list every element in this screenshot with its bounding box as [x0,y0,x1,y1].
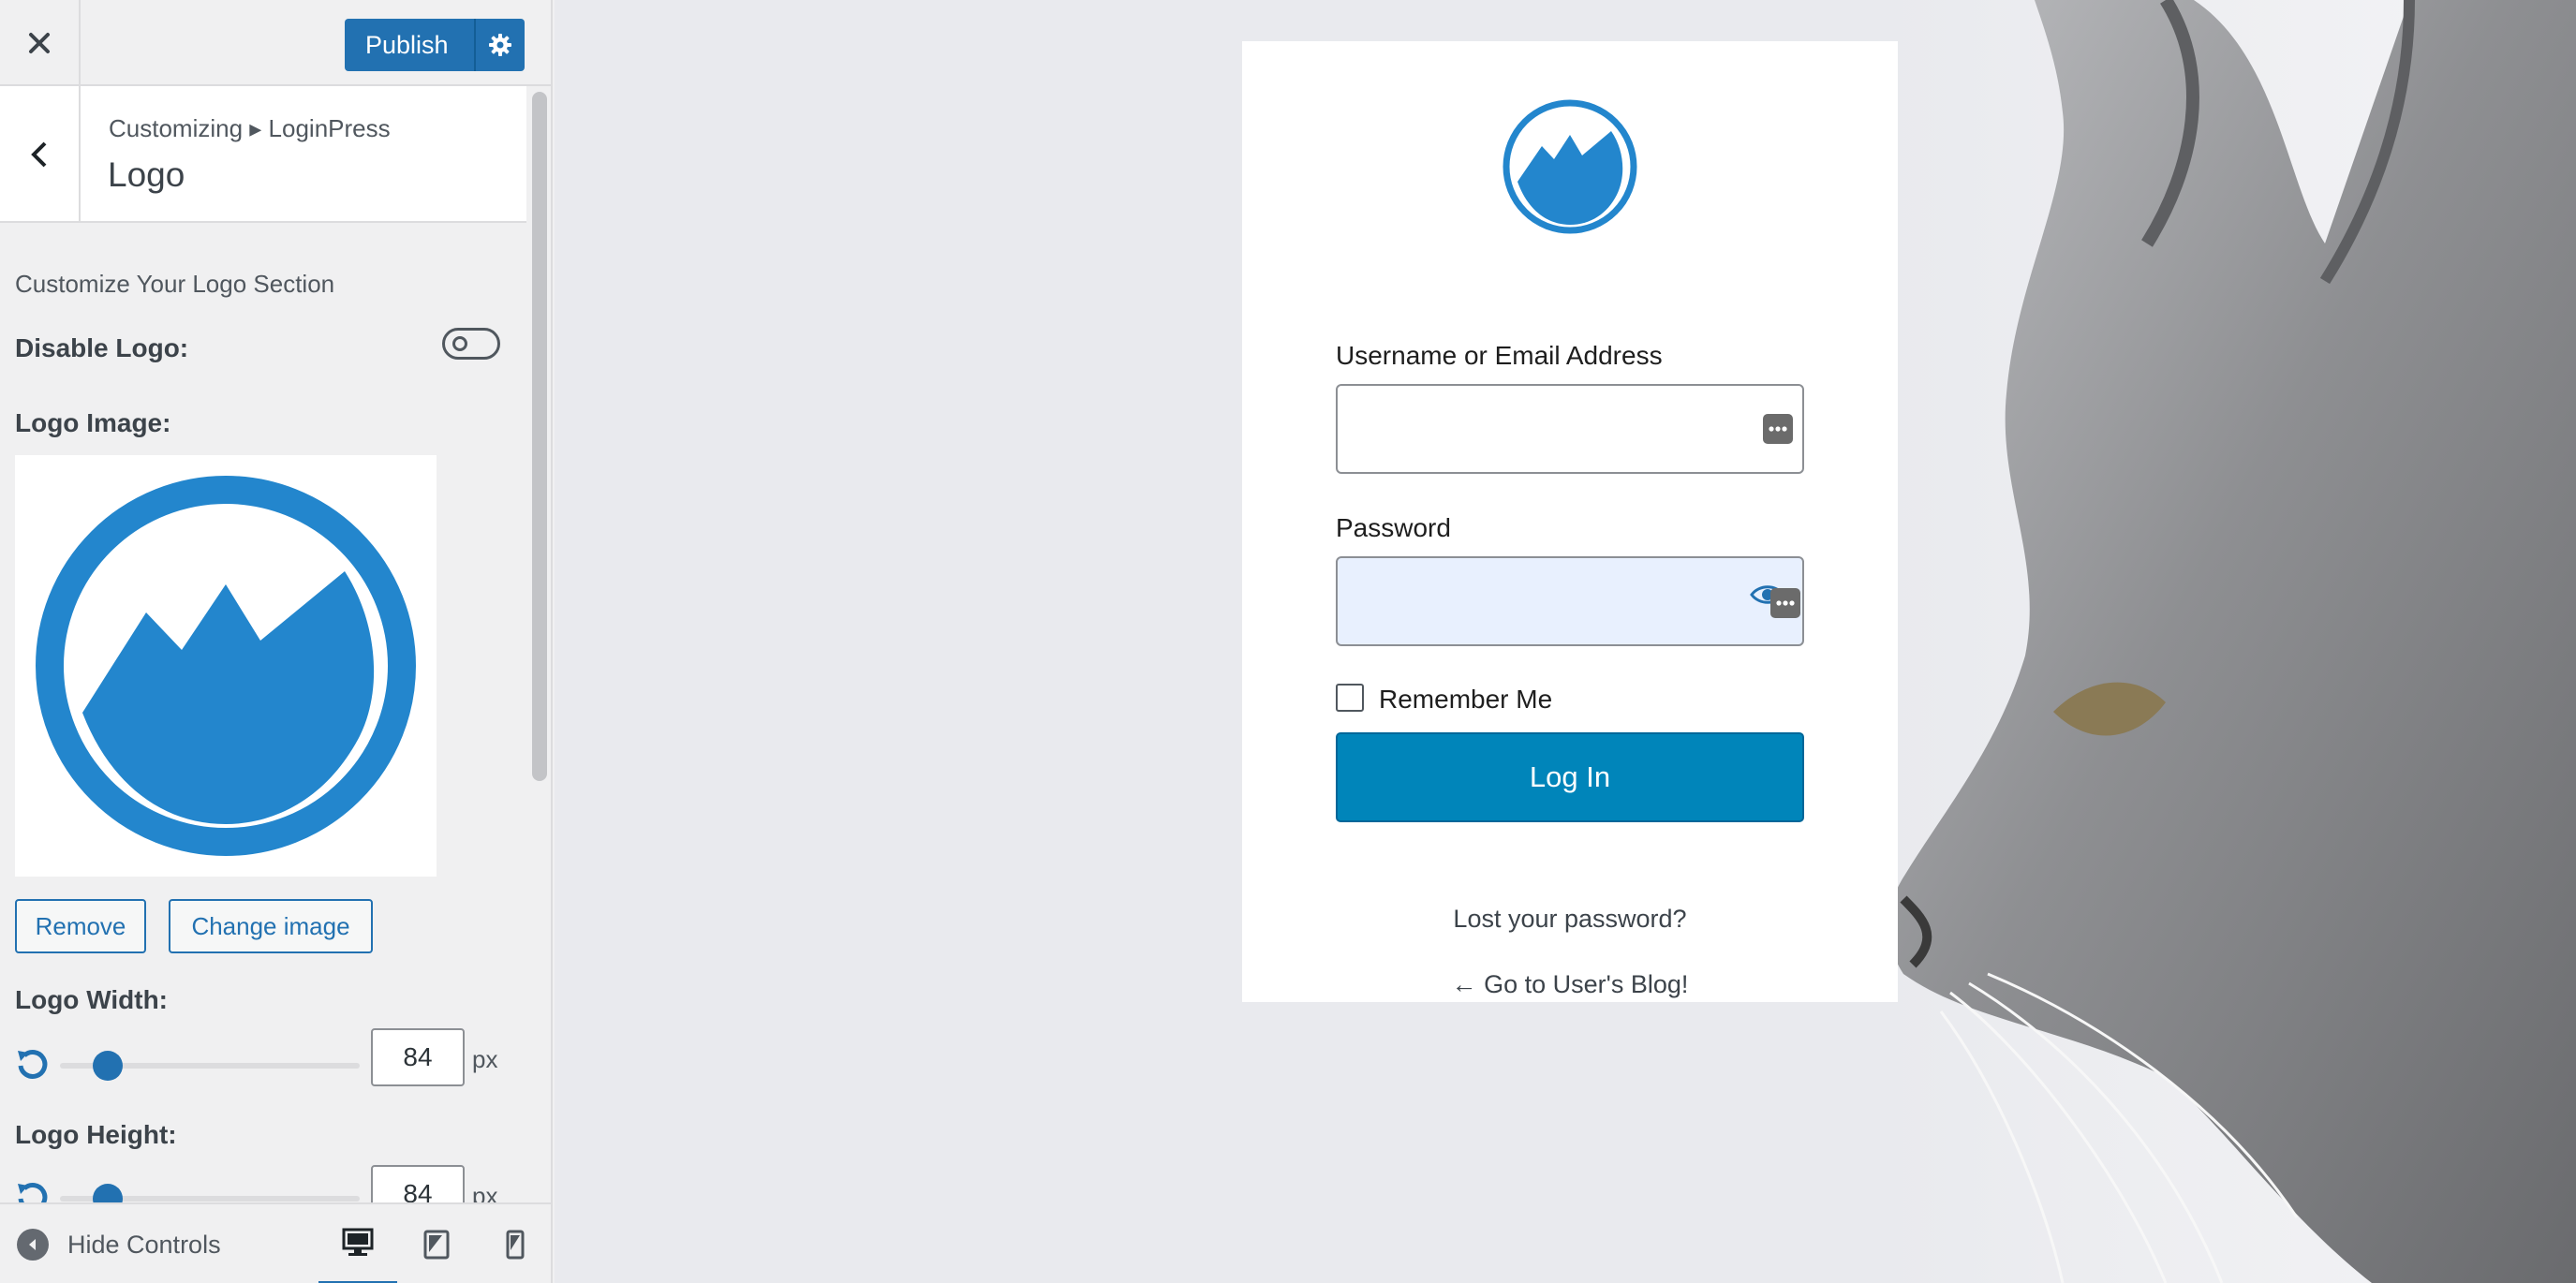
publish-button[interactable]: Publish [345,19,525,71]
disable-logo-label: Disable Logo: [15,333,189,362]
section-title: Logo [108,155,185,194]
desktop-icon [342,1228,374,1256]
publish-settings-button[interactable] [474,19,525,71]
remove-logo-button[interactable]: Remove [15,899,146,953]
logo-width-input[interactable]: 84 [371,1028,465,1086]
undo-icon [18,1183,48,1202]
password-label: Password [1336,513,1451,542]
gear-icon [489,34,511,56]
publish-label: Publish [365,30,449,59]
tablet-icon [423,1230,450,1260]
customizer-header: Publish [0,0,551,86]
log-in-button[interactable]: Log In [1336,732,1804,822]
section-header: Customizing ▸ LoginPress Logo [0,86,526,223]
customizer-sidebar: Publish Customizing ▸ LoginPress Logo Cu… [0,0,553,1283]
username-input[interactable] [1336,384,1804,474]
logo-height-slider-thumb[interactable] [93,1184,123,1202]
back-button[interactable] [0,86,81,223]
close-icon [29,33,50,53]
back-to-blog-link[interactable]: ← Go to User's Blog! [1242,970,1898,999]
remember-me-label[interactable]: Remember Me [1379,685,1552,715]
toggle-knob [452,336,467,351]
logo-height-input[interactable]: 84 [371,1165,465,1202]
password-manager-icon[interactable] [1763,414,1793,444]
scrollbar-thumb[interactable] [532,92,547,781]
logo-height-label: Logo Height: [15,1120,177,1149]
preview-mobile-button[interactable] [476,1204,551,1283]
controls-panel: Customizing ▸ LoginPress Logo Customize … [0,86,551,1202]
hide-controls-button[interactable]: Hide Controls [17,1204,221,1283]
reset-height-icon[interactable] [13,1178,51,1202]
logo-width-slider-thumb[interactable] [93,1051,123,1081]
logo-height-unit: px [472,1182,498,1202]
logo-width-slider[interactable] [60,1051,360,1081]
cat-background-image [1885,0,2576,1283]
login-preview: Username or Email Address Password Remem… [555,0,2576,1283]
username-label: Username or Email Address [1336,341,1663,370]
logo-width-label: Logo Width: [15,985,169,1014]
logo-image-label: Logo Image: [15,408,171,437]
section-description: Customize Your Logo Section [15,270,335,298]
password-manager-icon[interactable] [1770,588,1800,618]
collapse-icon [17,1229,49,1261]
logo-icon [36,476,416,856]
preview-tablet-button[interactable] [397,1204,476,1283]
mobile-icon [506,1230,525,1260]
hide-controls-label: Hide Controls [67,1230,221,1259]
logo-image-preview [15,455,437,877]
lost-password-link[interactable]: Lost your password? [1242,905,1898,934]
undo-icon [18,1050,48,1079]
disable-logo-toggle[interactable] [442,328,500,360]
close-customizer-button[interactable] [0,0,81,86]
login-form-card: Username or Email Address Password Remem… [1242,41,1898,1002]
site-logo-icon [1503,99,1637,234]
logo-height-slider[interactable] [60,1184,360,1202]
preview-desktop-button[interactable] [318,1204,397,1283]
breadcrumb: Customizing ▸ LoginPress [109,114,391,142]
customizer-footer: Hide Controls [0,1202,551,1283]
change-image-button[interactable]: Change image [169,899,373,953]
remember-me-checkbox[interactable] [1336,684,1364,712]
reset-width-icon[interactable] [13,1045,51,1083]
chevron-left-icon [31,141,47,168]
password-input[interactable] [1336,556,1804,646]
logo-width-unit: px [472,1045,498,1073]
